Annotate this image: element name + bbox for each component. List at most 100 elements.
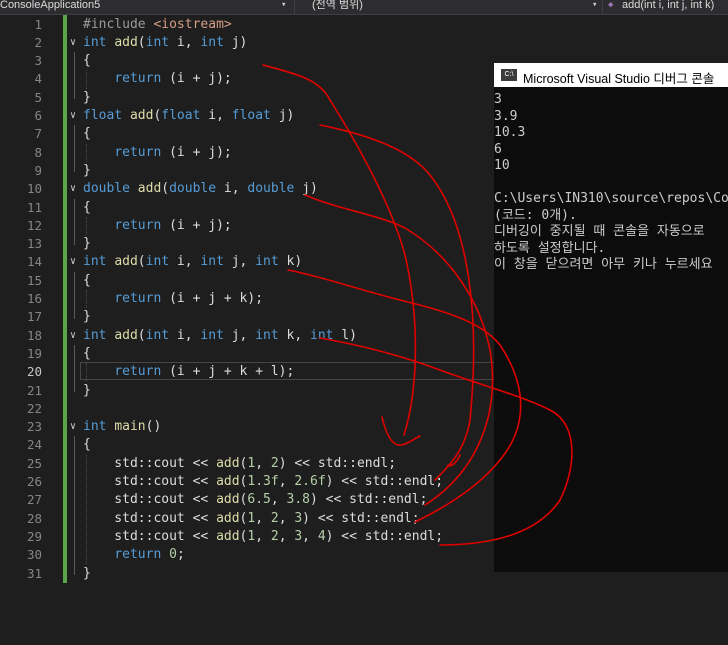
code-line[interactable]: } (83, 565, 91, 583)
code-token: float (161, 108, 201, 123)
code-token: i, (169, 254, 201, 270)
code-line[interactable]: { (83, 199, 91, 217)
line-number: 30 (26, 547, 42, 563)
code-token: return (114, 291, 162, 306)
chevron-down-icon[interactable]: ▾ (592, 0, 597, 10)
code-token: k, (278, 327, 311, 343)
collapse-chevron-icon[interactable]: ∨ (70, 34, 76, 52)
code-token: i, (169, 34, 201, 50)
code-line[interactable]: } (83, 382, 91, 400)
code-token: <iostream> (153, 16, 232, 32)
console-line: 10.3 (494, 125, 526, 140)
code-token: , (255, 528, 271, 544)
code-line[interactable]: return (i + j + k); (83, 290, 263, 308)
change-tracking-bar (63, 15, 67, 583)
code-line[interactable]: return (i + j + k + l); (83, 363, 294, 381)
code-line[interactable]: { (83, 272, 91, 290)
code-line[interactable]: return (i + j); (83, 217, 231, 235)
code-line[interactable]: int main() (83, 418, 161, 436)
collapse-chevron-icon[interactable]: ∨ (70, 180, 76, 198)
code-token: 2 (270, 455, 279, 471)
line-number: 1 (34, 16, 42, 32)
code-token: float (231, 108, 271, 123)
code-token: double (247, 181, 295, 197)
collapse-chevron-icon[interactable]: ∨ (70, 418, 76, 436)
code-line[interactable]: int add(int i, int j) (83, 34, 247, 52)
code-line[interactable]: std::cout << add(1.3f, 2.6f) << std::end… (83, 473, 443, 491)
code-line[interactable]: } (83, 235, 91, 253)
code-token: i, (169, 327, 201, 343)
code-token: add (114, 254, 138, 270)
code-line[interactable]: float add(float i, float j) (83, 107, 294, 125)
method-cube-icon: ◈ (608, 0, 614, 10)
code-token: ) << std::endl; (310, 492, 428, 508)
code-token: 3 (294, 528, 303, 544)
code-token: double (83, 181, 130, 197)
code-token: 2.6f (294, 474, 326, 489)
collapse-chevron-icon[interactable]: ∨ (70, 107, 76, 125)
code-line[interactable]: std::cout << add(1, 2, 3, 4) << std::end… (83, 528, 443, 546)
line-number: 22 (26, 400, 42, 416)
code-line[interactable]: } (83, 162, 91, 180)
code-token: { (83, 345, 91, 361)
collapse-chevron-icon[interactable]: ∨ (70, 327, 76, 345)
code-token: 2 (270, 528, 279, 544)
debug-console-window[interactable]: C:\ Microsoft Visual Studio 디버그 콘솔 3 3.9 1… (494, 63, 728, 572)
code-line[interactable]: { (83, 345, 91, 363)
code-token: return (114, 364, 162, 380)
line-number: 23 (26, 419, 42, 435)
code-line[interactable]: std::cout << add(1, 2) << std::endl; (83, 455, 396, 473)
collapse-chevron-icon[interactable]: ∨ (70, 253, 76, 271)
code-token: add (216, 528, 240, 544)
code-line[interactable]: { (83, 52, 91, 70)
line-number: 3 (34, 53, 42, 69)
code-token: (i + j + k + l); (161, 364, 295, 380)
code-token: j) (294, 181, 318, 197)
code-line[interactable]: } (83, 89, 91, 107)
code-token: int (145, 34, 170, 50)
code-token: 3.8 (286, 492, 310, 508)
code-token: j) (270, 108, 295, 123)
code-line[interactable]: #include <iostream> (83, 16, 232, 34)
code-token: return (114, 217, 162, 233)
code-line[interactable]: std::cout << add(1, 2, 3) << std::endl; (83, 510, 420, 528)
code-line[interactable]: int add(int i, int j, int k) (83, 253, 302, 271)
code-line[interactable]: double add(double i, double j) (83, 180, 318, 198)
code-token: , (302, 528, 318, 544)
code-line[interactable]: return (i + j); (83, 70, 231, 88)
scope-dropdown[interactable]: (전역 범위) (312, 0, 572, 14)
line-number: 21 (26, 382, 42, 398)
code-line[interactable]: { (83, 125, 91, 143)
code-token: std::cout << (83, 492, 217, 508)
code-token: int (83, 419, 107, 435)
code-line[interactable]: } (83, 308, 91, 326)
member-dropdown[interactable]: add(int i, int j, int k) (622, 0, 728, 14)
code-line[interactable]: std::cout << add(6.5, 3.8) << std::endl; (83, 491, 427, 509)
console-title-bar[interactable]: C:\ Microsoft Visual Studio 디버그 콘솔 (494, 63, 728, 87)
code-token: int (83, 34, 107, 50)
code-line[interactable]: { (83, 436, 91, 454)
code-token: #include (83, 16, 154, 32)
line-number: 10 (26, 181, 42, 197)
code-line[interactable]: return (i + j); (83, 144, 232, 162)
line-number: 31 (26, 565, 42, 581)
line-number: 11 (26, 199, 42, 215)
line-number: 27 (26, 492, 42, 508)
line-number: 9 (34, 162, 42, 178)
divider (294, 0, 295, 14)
code-line[interactable]: return 0; (83, 546, 184, 564)
code-token: (i + j); (161, 144, 232, 160)
code-token: , (278, 528, 295, 544)
line-number: 6 (34, 108, 42, 123)
line-number: 7 (34, 126, 42, 142)
outline-guide (74, 271, 75, 319)
code-token: std::cout << (83, 474, 217, 489)
code-line[interactable]: int add(int i, int j, int k, int l) (83, 327, 357, 345)
code-token: ) << std::endl; (302, 510, 420, 526)
code-token: { (83, 199, 91, 215)
chevron-down-icon[interactable]: ▾ (281, 0, 286, 10)
project-dropdown[interactable]: ConsoleApplication5 (0, 0, 275, 14)
